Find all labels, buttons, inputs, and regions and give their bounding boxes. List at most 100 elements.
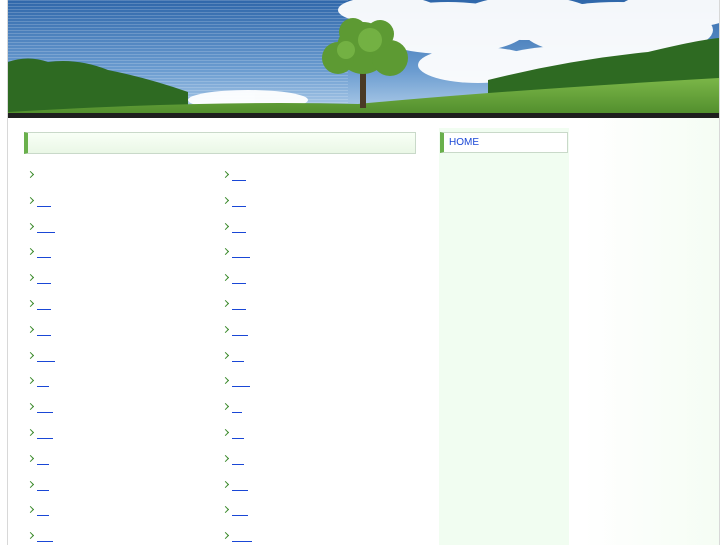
nav-item-home[interactable]: HOME — [440, 132, 568, 153]
chevron-right-icon — [221, 351, 230, 359]
list-link[interactable] — [37, 427, 53, 439]
list-item — [219, 374, 399, 400]
list-link[interactable] — [232, 272, 246, 285]
chevron-right-icon — [221, 196, 230, 204]
list-item — [219, 194, 399, 220]
chevron-right-icon — [221, 248, 230, 256]
list-item — [24, 478, 204, 504]
list-link[interactable] — [37, 401, 53, 414]
list-link[interactable] — [37, 375, 49, 388]
list-link[interactable] — [232, 298, 246, 310]
chevron-right-icon — [221, 428, 230, 437]
list-link[interactable] — [37, 298, 51, 310]
list-item — [24, 220, 204, 246]
chevron-right-icon — [26, 480, 35, 488]
list-link[interactable] — [37, 221, 55, 233]
chevron-right-icon — [221, 480, 230, 488]
list-link[interactable] — [232, 246, 250, 259]
list-link[interactable] — [232, 479, 248, 491]
list-link[interactable] — [232, 504, 248, 517]
chevron-right-icon — [221, 325, 230, 333]
chevron-right-icon — [26, 377, 35, 385]
list-link[interactable] — [232, 453, 244, 465]
list-item — [24, 323, 204, 349]
list-link[interactable] — [37, 479, 49, 491]
list-link[interactable] — [37, 504, 49, 517]
list-item — [219, 297, 399, 323]
list-link[interactable] — [232, 401, 242, 414]
chevron-right-icon — [221, 377, 230, 385]
chevron-right-icon — [221, 222, 230, 230]
list-item — [24, 374, 204, 400]
nav-home-link[interactable]: HOME — [449, 137, 479, 148]
chevron-right-icon — [26, 351, 35, 359]
chevron-right-icon — [26, 274, 35, 282]
list-item — [219, 400, 399, 426]
list-link[interactable] — [37, 453, 49, 465]
chevron-right-icon — [26, 403, 35, 411]
right-margin-panel — [584, 118, 719, 545]
list-link[interactable] — [37, 324, 51, 336]
chevron-right-icon — [26, 325, 35, 333]
list-link[interactable] — [232, 195, 246, 207]
main-content — [24, 132, 418, 545]
list-item — [24, 168, 204, 194]
chevron-right-icon — [221, 403, 230, 411]
list-link[interactable] — [232, 530, 252, 543]
chevron-right-icon — [221, 170, 230, 179]
section-heading-bar — [24, 132, 416, 154]
list-link[interactable] — [37, 350, 55, 362]
list-item — [219, 323, 399, 349]
list-link[interactable] — [37, 246, 51, 259]
landscape-illustration — [8, 0, 719, 118]
chevron-right-icon — [26, 196, 35, 204]
chevron-right-icon — [26, 532, 35, 540]
sidebar: HOME — [439, 128, 569, 545]
list-item — [24, 271, 204, 297]
chevron-right-icon — [26, 454, 35, 462]
list-link[interactable] — [232, 427, 244, 439]
page: HOME — [7, 0, 720, 545]
link-list-right — [219, 168, 399, 555]
list-item — [219, 503, 399, 529]
list-link[interactable] — [232, 324, 248, 336]
chevron-right-icon — [26, 248, 35, 256]
list-link[interactable] — [232, 375, 250, 388]
list-item — [24, 349, 204, 375]
list-item — [24, 297, 204, 323]
list-item — [24, 452, 204, 478]
list-item — [219, 271, 399, 297]
chevron-right-icon — [221, 532, 230, 540]
list-item — [24, 194, 204, 220]
list-item — [219, 245, 399, 271]
list-item — [219, 529, 399, 555]
list-item — [24, 529, 204, 555]
chevron-right-icon — [26, 170, 35, 179]
chevron-right-icon — [26, 428, 35, 437]
list-item — [24, 426, 204, 452]
list-item — [219, 478, 399, 504]
list-item — [219, 168, 399, 194]
link-list-left — [24, 168, 204, 555]
chevron-right-icon — [26, 222, 35, 230]
list-link[interactable] — [232, 169, 246, 181]
chevron-right-icon — [221, 299, 230, 308]
list-item — [24, 400, 204, 426]
list-link[interactable] — [232, 221, 246, 233]
chevron-right-icon — [221, 506, 230, 514]
list-item — [219, 452, 399, 478]
list-item — [24, 503, 204, 529]
chevron-right-icon — [221, 454, 230, 462]
chevron-right-icon — [221, 274, 230, 282]
chevron-right-icon — [26, 299, 35, 308]
list-link[interactable] — [37, 195, 51, 207]
header-banner-image — [8, 0, 719, 118]
list-item — [219, 349, 399, 375]
list-item — [219, 220, 399, 246]
list-item — [24, 245, 204, 271]
list-link[interactable] — [37, 530, 53, 543]
list-link[interactable] — [232, 350, 244, 362]
list-link[interactable] — [37, 272, 51, 285]
chevron-right-icon — [26, 506, 35, 514]
list-item — [219, 426, 399, 452]
